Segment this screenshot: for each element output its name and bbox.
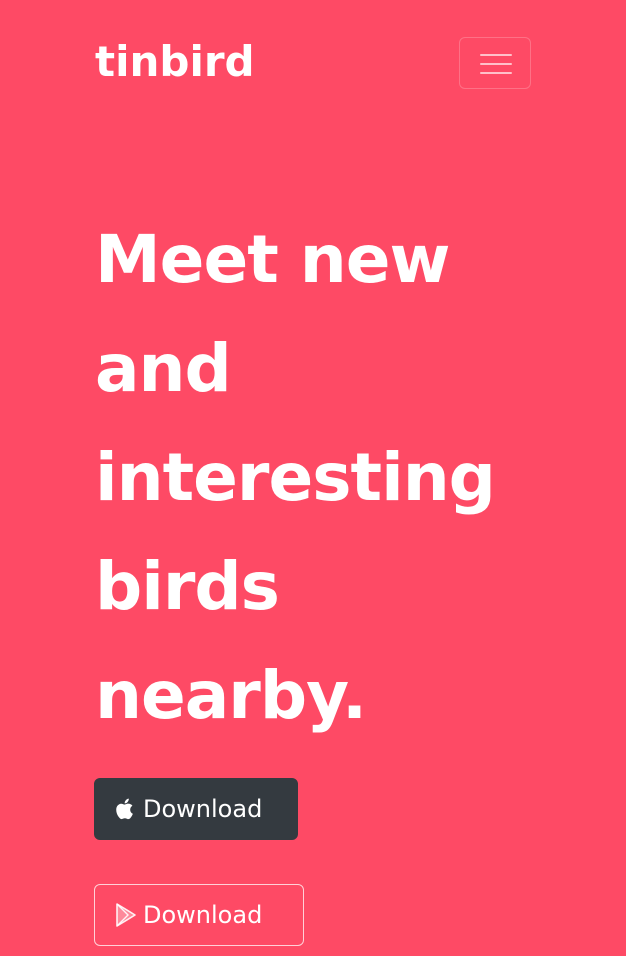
play-store-download-label: Download [143,901,263,929]
app-store-download-label: Download [143,795,263,823]
play-store-download-button[interactable]: Download [94,884,304,946]
headline-line: birds [95,548,280,625]
navbar: tinbird [0,0,626,120]
headline-line: interesting [95,439,496,516]
navbar-toggle-button[interactable] [459,37,531,89]
hamburger-menu-icon [480,52,512,76]
hero-headline: Meet new and interesting birds nearby. [95,205,595,750]
headline-line: Meet new [95,221,450,298]
headline-line: nearby. [95,657,367,734]
apple-icon [115,796,137,822]
headline-line: and [95,330,232,407]
google-play-icon [115,902,137,928]
brand-logo[interactable]: tinbird [95,34,255,90]
app-store-download-button[interactable]: Download [94,778,298,840]
